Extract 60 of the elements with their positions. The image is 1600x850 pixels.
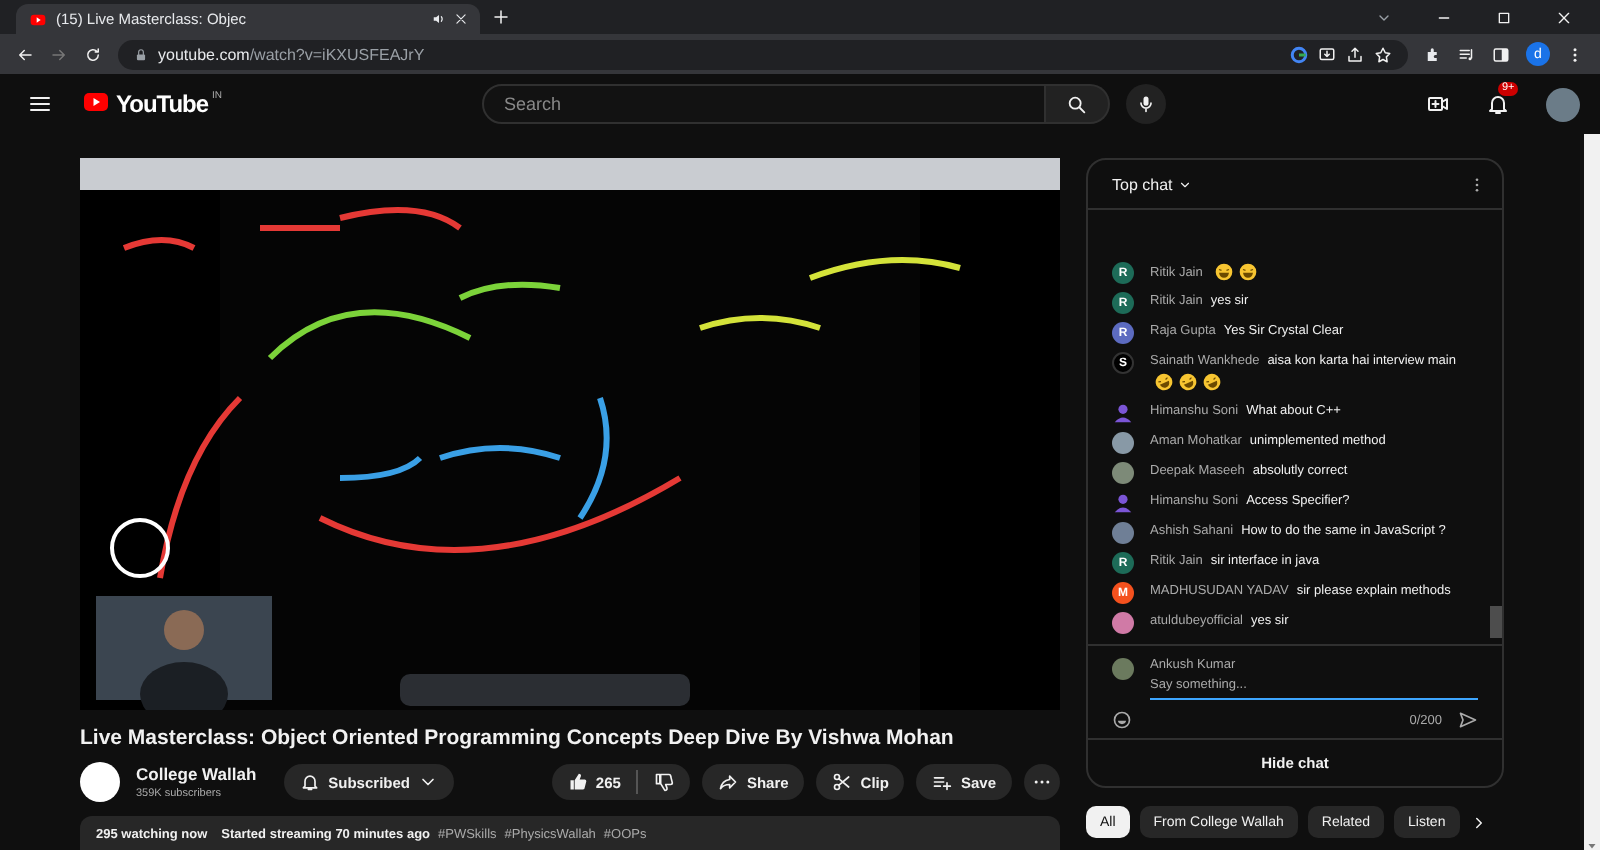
video-title: Live Masterclass: Object Oriented Programming Concepts Deep Dive By Vishwa Mohan (80, 726, 956, 750)
page-scrollbar[interactable] (1584, 134, 1600, 850)
grinning-emoji-icon (1238, 262, 1259, 283)
url-text: youtube.com/watch?v=iKXUSFEAJrY (158, 45, 425, 63)
new-tab-icon[interactable] (492, 8, 510, 26)
speaker-icon (432, 12, 446, 26)
thumbs-up-icon (567, 772, 588, 792)
forward-icon[interactable] (50, 45, 68, 63)
voice-search-button[interactable] (1126, 84, 1167, 124)
more-button[interactable] (1024, 764, 1060, 800)
thumbs-down-icon (654, 772, 675, 792)
video-logo-icon (28, 11, 48, 27)
scrollbar-thumb[interactable] (1490, 606, 1502, 638)
scissors-icon (832, 772, 853, 792)
user-avatar[interactable] (1112, 462, 1134, 484)
play-logo-icon (80, 90, 112, 114)
media-list-icon[interactable] (1458, 45, 1476, 63)
lock-icon (134, 47, 148, 61)
search-field[interactable]: Search (482, 84, 1047, 124)
close-icon[interactable] (1556, 9, 1572, 25)
share-arrow-icon (718, 772, 739, 792)
menu-icon[interactable] (28, 92, 52, 116)
top-chat-dropdown[interactable]: Top chat (1112, 175, 1193, 193)
address-bar[interactable]: youtube.com/watch?v=iKXUSFEAJrY (118, 39, 1408, 69)
close-icon[interactable] (454, 12, 468, 26)
account-avatar[interactable] (1545, 87, 1580, 121)
side-panel-icon[interactable] (1492, 45, 1510, 63)
microphone-icon (1136, 94, 1157, 114)
rolling-laughing-emoji-icon (1202, 372, 1222, 393)
person-icon (1112, 402, 1134, 424)
search-button[interactable] (1046, 84, 1111, 124)
bell-icon[interactable] (1485, 92, 1510, 116)
add-to-list-icon (932, 772, 953, 792)
user-avatar[interactable] (1112, 402, 1134, 424)
back-icon[interactable] (16, 45, 34, 63)
reload-icon[interactable] (84, 45, 102, 63)
create-video-icon[interactable] (1425, 92, 1450, 116)
user-avatar[interactable] (1112, 432, 1134, 454)
scroll-down-icon[interactable] (1586, 840, 1598, 850)
rolling-laughing-emoji-icon (1154, 372, 1174, 393)
chevron-down-icon (1178, 177, 1193, 191)
user-avatar (1112, 658, 1134, 680)
emoji-icon[interactable] (1112, 710, 1132, 730)
puzzle-icon[interactable] (1424, 45, 1442, 63)
star-icon[interactable] (1374, 45, 1392, 63)
user-avatar[interactable] (1112, 612, 1134, 634)
user-avatar[interactable] (1112, 492, 1134, 514)
maximize-icon[interactable] (1496, 9, 1512, 25)
rolling-laughing-emoji-icon (1178, 372, 1198, 393)
send-icon[interactable] (1458, 710, 1478, 730)
google-icon (1290, 45, 1308, 63)
install-icon[interactable] (1318, 45, 1336, 63)
share-icon[interactable] (1346, 45, 1364, 63)
search-icon (1066, 93, 1089, 115)
channel-avatar[interactable] (80, 762, 120, 802)
bell-icon (300, 772, 321, 792)
grinning-emoji-icon (1214, 262, 1235, 283)
person-icon (1112, 492, 1134, 514)
channel-name[interactable]: College Wallah (136, 764, 257, 784)
user-avatar[interactable] (1112, 522, 1134, 544)
